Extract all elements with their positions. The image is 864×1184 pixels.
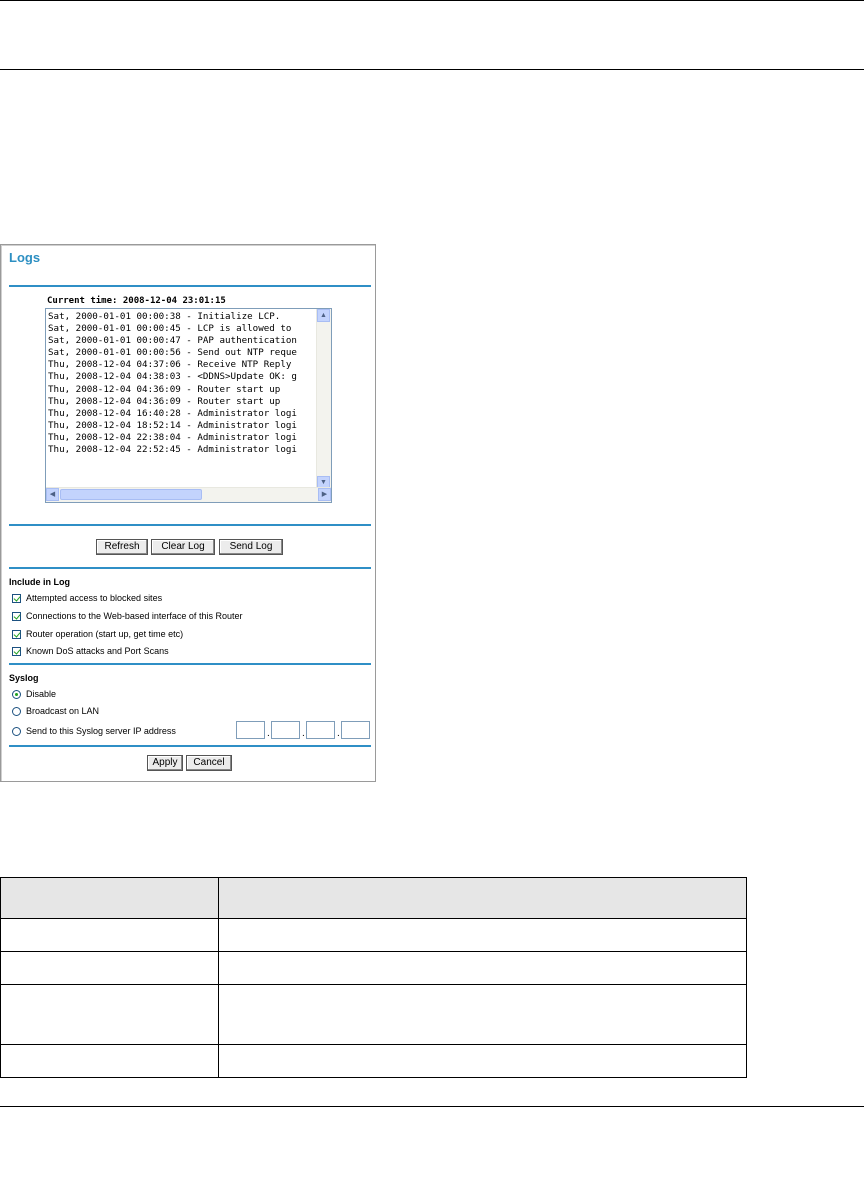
log-line: Sat, 2000-01-01 00:00:47 - PAP authentic…: [48, 335, 297, 347]
table-cell: [218, 951, 747, 985]
panel-title: Logs: [9, 250, 41, 265]
log-line: Sat, 2000-01-01 00:00:45 - LCP is allowe…: [48, 323, 292, 335]
cancel-button[interactable]: Cancel: [186, 755, 232, 771]
log-option-dos-attacks[interactable]: Known DoS attacks and Port Scans: [12, 646, 169, 656]
radio-icon[interactable]: [12, 726, 21, 736]
checkbox-checked-icon[interactable]: [12, 593, 21, 603]
clear-log-button[interactable]: Clear Log: [151, 539, 215, 555]
refresh-button[interactable]: Refresh: [96, 539, 148, 555]
scroll-thumb[interactable]: [60, 489, 202, 500]
ip-octet-3-input[interactable]: [306, 721, 335, 739]
divider: [9, 524, 371, 526]
ip-dot: .: [337, 728, 340, 739]
send-log-button[interactable]: Send Log: [219, 539, 283, 555]
radio-selected-icon[interactable]: [12, 689, 21, 699]
log-line: Thu, 2008-12-04 22:52:45 - Administrator…: [48, 444, 297, 456]
log-lines: Sat, 2000-01-01 00:00:38 - Initialize LC…: [48, 311, 318, 486]
table-cell: [218, 918, 747, 952]
option-label: Send to this Syslog server IP address: [26, 726, 176, 736]
divider: [9, 567, 371, 569]
ip-dot: .: [267, 728, 270, 739]
checkbox-checked-icon[interactable]: [12, 629, 21, 639]
log-textarea[interactable]: Sat, 2000-01-01 00:00:38 - Initialize LC…: [45, 308, 332, 503]
table-header-cell: [218, 877, 747, 919]
option-label: Broadcast on LAN: [26, 706, 100, 716]
divider: [9, 745, 371, 747]
option-label: Connections to the Web-based interface o…: [26, 611, 243, 621]
divider: [9, 663, 371, 665]
ip-dot: .: [302, 728, 305, 739]
footer-rule: [0, 1106, 864, 1107]
scroll-left-icon[interactable]: ◀: [46, 488, 59, 501]
apply-button[interactable]: Apply: [147, 755, 183, 771]
header-rule: [0, 69, 864, 70]
ip-octet-2-input[interactable]: [271, 721, 300, 739]
option-label: Router operation (start up, get time etc…: [26, 629, 184, 639]
log-line: Thu, 2008-12-04 04:37:06 - Receive NTP R…: [48, 359, 292, 371]
ip-octet-4-input[interactable]: [341, 721, 370, 739]
log-line: Thu, 2008-12-04 04:38:03 - <DDNS>Update …: [48, 371, 297, 383]
table-row: [0, 984, 747, 1045]
logs-panel: Logs Current time: 2008-12-04 23:01:15 S…: [0, 244, 376, 782]
current-time: Current time: 2008-12-04 23:01:15: [47, 296, 226, 306]
log-option-web-connections[interactable]: Connections to the Web-based interface o…: [12, 611, 242, 621]
table-cell: [218, 1044, 747, 1078]
include-in-log-label: Include in Log: [9, 577, 70, 587]
divider: [9, 285, 371, 287]
syslog-option-disable[interactable]: Disable: [12, 689, 56, 699]
scroll-right-icon[interactable]: ▶: [318, 488, 331, 501]
syslog-label: Syslog: [9, 673, 39, 683]
log-option-blocked-sites[interactable]: Attempted access to blocked sites: [12, 593, 162, 603]
horizontal-scrollbar[interactable]: ◀ ▶: [46, 487, 331, 502]
option-label: Known DoS attacks and Port Scans: [26, 646, 169, 656]
log-line: Thu, 2008-12-04 04:36:09 - Router start …: [48, 383, 281, 395]
table-row: [0, 951, 747, 985]
ip-octet-1-input[interactable]: [236, 721, 265, 739]
log-line: Sat, 2000-01-01 00:00:56 - Send out NTP …: [48, 347, 297, 359]
description-table: [0, 877, 747, 1078]
table-header-row: [0, 877, 747, 919]
table-cell: [0, 984, 219, 1045]
log-line: Thu, 2008-12-04 18:52:14 - Administrator…: [48, 419, 297, 431]
table-header-cell: [0, 877, 219, 919]
log-line: Sat, 2000-01-01 00:00:38 - Initialize LC…: [48, 311, 281, 322]
syslog-option-broadcast[interactable]: Broadcast on LAN: [12, 706, 99, 716]
top-rule: [0, 0, 864, 1]
table-cell: [0, 1044, 219, 1078]
log-line: Thu, 2008-12-04 16:40:28 - Administrator…: [48, 407, 297, 419]
checkbox-checked-icon[interactable]: [12, 646, 21, 656]
table-cell: [0, 951, 219, 985]
table-cell: [218, 984, 747, 1045]
log-option-router-operation[interactable]: Router operation (start up, get time etc…: [12, 629, 183, 639]
option-label: Disable: [26, 689, 57, 699]
option-label: Attempted access to blocked sites: [26, 593, 163, 603]
table-row: [0, 1044, 747, 1078]
log-line: Thu, 2008-12-04 04:36:09 - Router start …: [48, 395, 281, 407]
table-row: [0, 918, 747, 952]
vertical-scrollbar[interactable]: ▲ ▼: [316, 309, 331, 489]
log-line: Thu, 2008-12-04 22:38:04 - Administrator…: [48, 431, 297, 443]
table-cell: [0, 918, 219, 952]
checkbox-checked-icon[interactable]: [12, 611, 21, 621]
scroll-up-icon[interactable]: ▲: [317, 309, 330, 322]
radio-icon[interactable]: [12, 706, 21, 716]
syslog-option-server[interactable]: Send to this Syslog server IP address: [12, 726, 176, 736]
